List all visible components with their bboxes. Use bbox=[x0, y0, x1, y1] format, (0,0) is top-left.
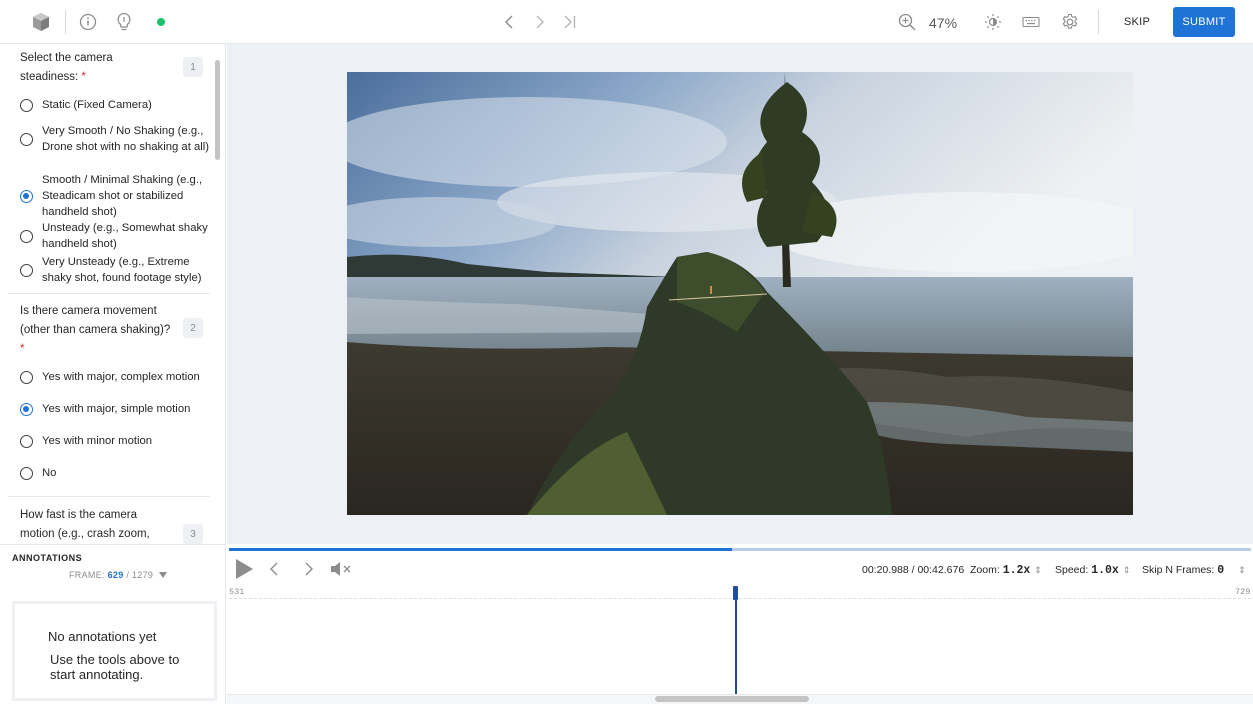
frame-selector[interactable]: FRAME: 629 / 1279 bbox=[69, 570, 167, 580]
question-number-badge: 3 bbox=[183, 524, 203, 544]
radio-button-selected[interactable] bbox=[20, 189, 33, 203]
lightbulb-icon[interactable] bbox=[113, 11, 135, 33]
question-number-badge: 2 bbox=[183, 318, 203, 338]
annotations-empty-state: No annotations yet Use the tools above t… bbox=[12, 601, 217, 701]
range-end-label: 729 bbox=[1235, 587, 1251, 597]
skip-button[interactable]: SKIP bbox=[1115, 7, 1159, 37]
radio-button[interactable] bbox=[20, 98, 33, 112]
previous-frame-icon[interactable] bbox=[265, 557, 283, 581]
playhead-handle[interactable] bbox=[733, 586, 738, 600]
question-divider bbox=[8, 496, 210, 497]
radio-button[interactable] bbox=[20, 370, 33, 384]
playhead-line bbox=[735, 599, 737, 694]
question-2-title: Is there camera movement (other than cam… bbox=[20, 305, 171, 355]
frame-current: 629 bbox=[107, 570, 124, 580]
radio-option[interactable]: Yes with major, complex motion bbox=[20, 369, 210, 385]
radio-button[interactable] bbox=[20, 263, 33, 277]
empty-state-description: Use the tools above to start annotating. bbox=[50, 652, 180, 682]
toolbar-divider bbox=[65, 10, 66, 34]
skip-frames-value: 0 bbox=[1217, 564, 1225, 577]
stepper-icon: ⇕ bbox=[1238, 565, 1246, 575]
progress-fill[interactable] bbox=[229, 548, 732, 551]
question-number-badge: 1 bbox=[183, 57, 203, 77]
question-3-title: How fast is the camera motion (e.g., cra… bbox=[20, 509, 150, 540]
annotations-panel: ANNOTATIONS FRAME: 629 / 1279 No annotat… bbox=[0, 544, 226, 704]
question-1-title: Select the camera steadiness: * bbox=[20, 52, 113, 83]
video-frame[interactable] bbox=[347, 72, 1133, 515]
required-marker: * bbox=[20, 343, 25, 355]
radio-button[interactable] bbox=[20, 229, 33, 243]
speed-control[interactable]: Speed: 1.0x ⇕ bbox=[1055, 564, 1130, 577]
gear-icon[interactable] bbox=[1059, 11, 1081, 33]
brightness-icon[interactable] bbox=[982, 11, 1004, 33]
panel-scrollbar-thumb[interactable] bbox=[215, 60, 220, 160]
empty-state-title: No annotations yet bbox=[48, 629, 157, 644]
caret-down-icon[interactable] bbox=[159, 570, 167, 580]
frame-total: / 1279 bbox=[126, 570, 154, 580]
cube-icon[interactable] bbox=[30, 11, 52, 33]
zoom-in-icon[interactable] bbox=[896, 11, 918, 33]
required-marker: * bbox=[81, 71, 86, 83]
speed-value: 1.0x bbox=[1091, 564, 1119, 577]
submit-button[interactable]: SUBMIT bbox=[1173, 7, 1235, 37]
question-divider bbox=[8, 293, 210, 294]
stepper-icon: ⇕ bbox=[1034, 565, 1042, 575]
mute-icon[interactable] bbox=[329, 557, 353, 581]
radio-option[interactable]: Yes with major, simple motion bbox=[20, 401, 210, 417]
top-toolbar: 47% SKIP SUBMIT bbox=[0, 0, 1253, 44]
radio-button[interactable] bbox=[20, 132, 33, 146]
timeline-ruler[interactable] bbox=[229, 598, 1251, 599]
stepper-icon: ⇕ bbox=[1122, 565, 1131, 575]
question-panel: Select the camera steadiness: * 1 Static… bbox=[0, 44, 226, 544]
toolbar-divider bbox=[1098, 10, 1099, 34]
radio-option[interactable]: Very Smooth / No Shaking (e.g., Drone sh… bbox=[20, 123, 210, 155]
skip-to-end-icon[interactable] bbox=[560, 11, 580, 33]
video-frame-image bbox=[347, 72, 1133, 515]
radio-option[interactable]: Smooth / Minimal Shaking (e.g., Steadica… bbox=[20, 172, 210, 220]
radio-button[interactable] bbox=[20, 434, 33, 448]
time-readout: 00:20.988 / 00:42.676 bbox=[862, 564, 965, 576]
play-icon[interactable] bbox=[232, 557, 256, 581]
zoom-level: 47% bbox=[929, 15, 958, 31]
radio-option[interactable]: No bbox=[20, 465, 210, 481]
radio-button[interactable] bbox=[20, 466, 33, 480]
radio-button-selected[interactable] bbox=[20, 402, 33, 416]
radio-option[interactable]: Yes with minor motion bbox=[20, 433, 210, 449]
annotations-title: ANNOTATIONS bbox=[12, 553, 83, 563]
timeline-scrollbar-thumb[interactable] bbox=[655, 696, 809, 702]
zoom-control[interactable]: Zoom: 1.2x ⇕ bbox=[970, 564, 1042, 577]
video-stage bbox=[227, 44, 1253, 544]
radio-option[interactable]: Very Unsteady (e.g., Extreme shaky shot,… bbox=[20, 254, 210, 286]
next-frame-icon[interactable] bbox=[300, 557, 318, 581]
radio-option[interactable]: Static (Fixed Camera) bbox=[20, 97, 210, 113]
chevron-left-icon[interactable] bbox=[499, 11, 519, 33]
radio-option[interactable]: Unsteady (e.g., Somewhat shaky handheld … bbox=[20, 220, 210, 252]
range-start-label: 531 bbox=[229, 587, 245, 597]
skip-frames-control[interactable]: Skip N Frames: 0 ⇕ bbox=[1142, 564, 1246, 577]
chevron-right-icon[interactable] bbox=[530, 11, 550, 33]
status-indicator bbox=[157, 18, 165, 26]
info-icon[interactable] bbox=[77, 11, 99, 33]
zoom-value: 1.2x bbox=[1002, 564, 1031, 577]
keyboard-icon[interactable] bbox=[1020, 11, 1042, 33]
video-timeline: 00:20.988 / 00:42.676 Zoom: 1.2x ⇕ Speed:… bbox=[227, 544, 1253, 704]
